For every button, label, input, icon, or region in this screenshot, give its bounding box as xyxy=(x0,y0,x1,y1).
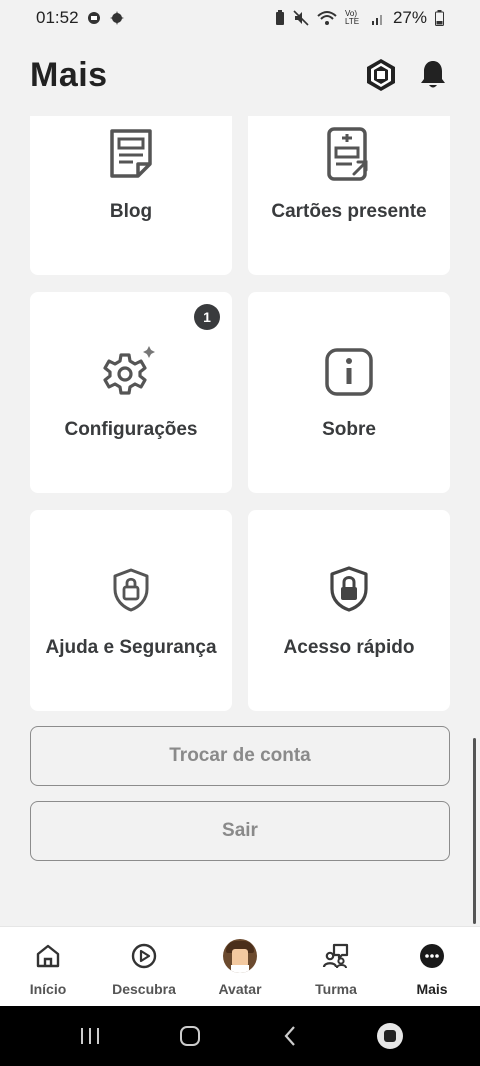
tile-quick-login[interactable]: Acesso rápido xyxy=(248,510,450,711)
avatar xyxy=(223,939,257,973)
nav-avatar[interactable]: Avatar xyxy=(192,927,288,997)
tile-label: Configurações xyxy=(64,419,198,440)
play-icon xyxy=(131,943,157,969)
bell-icon xyxy=(421,61,445,88)
home-square-icon xyxy=(180,1026,200,1046)
group-chat-icon xyxy=(322,943,349,969)
wifi-icon xyxy=(317,10,337,26)
back-chevron-icon xyxy=(284,1026,295,1046)
overlay-app-button[interactable] xyxy=(370,1016,410,1056)
overlay-icon xyxy=(377,1023,403,1049)
status-bar: 01:52 Vo) LTE 27% xyxy=(0,0,480,36)
nav-discover[interactable]: Descubra xyxy=(96,927,192,997)
switch-account-button[interactable]: Trocar de conta xyxy=(30,726,450,786)
tile-label: Sobre xyxy=(322,419,376,440)
tile-settings[interactable]: 1 Configurações xyxy=(30,292,232,493)
tile-help-safety[interactable]: Ajuda e Segurança xyxy=(30,510,232,711)
nav-label: Turma xyxy=(315,981,357,997)
gift-card-icon xyxy=(327,127,368,181)
back-system-button[interactable] xyxy=(270,1016,310,1056)
battery-icon xyxy=(435,10,444,26)
system-nav-bar xyxy=(0,1006,480,1066)
settings-notification-icon xyxy=(109,10,125,26)
notification-badge: 1 xyxy=(194,304,220,330)
more-dots-icon xyxy=(420,944,444,968)
nav-label: Descubra xyxy=(112,981,176,997)
shield-lock-outline-icon xyxy=(113,568,149,612)
tile-label: Cartões presente xyxy=(271,201,427,222)
tile-about[interactable]: Sobre xyxy=(248,292,450,493)
nav-label: Início xyxy=(29,981,67,997)
network-type: Vo) LTE xyxy=(344,9,360,26)
tile-label: Blog xyxy=(109,201,153,222)
nav-group[interactable]: Turma xyxy=(288,927,384,997)
home-system-button[interactable] xyxy=(170,1016,210,1056)
robux-button[interactable] xyxy=(364,58,398,92)
blog-icon xyxy=(110,129,152,178)
status-left: 01:52 xyxy=(36,8,125,28)
tile-label: Acesso rápido xyxy=(283,637,415,658)
battery-saver-icon xyxy=(275,10,285,26)
status-right: Vo) LTE 27% xyxy=(275,8,444,28)
status-time: 01:52 xyxy=(36,8,79,27)
info-icon xyxy=(325,348,373,396)
nav-more[interactable]: Mais xyxy=(384,927,480,997)
scrollbar[interactable] xyxy=(473,738,476,924)
settings-gear-icon xyxy=(103,346,155,395)
app-notification-icon xyxy=(87,11,101,25)
battery-percent: 27% xyxy=(392,8,427,27)
nav-label: Mais xyxy=(416,981,448,997)
bottom-nav: Início Descubra Avatar Turma Mais xyxy=(0,926,480,1006)
nav-label: Avatar xyxy=(218,981,262,997)
header-actions xyxy=(364,58,450,92)
nav-home[interactable]: Início xyxy=(0,927,96,997)
tile-gift-cards[interactable]: Cartões presente xyxy=(248,116,450,275)
shield-lock-icon xyxy=(330,566,368,612)
recent-apps-button[interactable] xyxy=(70,1016,110,1056)
tile-label: Ajuda e Segurança xyxy=(45,637,217,658)
home-icon xyxy=(36,944,60,968)
notifications-button[interactable] xyxy=(416,58,450,92)
header: Mais xyxy=(0,36,480,114)
logout-button[interactable]: Sair xyxy=(30,801,450,861)
signal-icon xyxy=(371,11,385,25)
tile-blog[interactable]: Blog xyxy=(30,116,232,275)
robux-icon xyxy=(367,59,395,91)
mute-icon xyxy=(293,10,309,26)
recents-icon xyxy=(81,1028,99,1044)
page-title: Mais xyxy=(30,55,108,94)
